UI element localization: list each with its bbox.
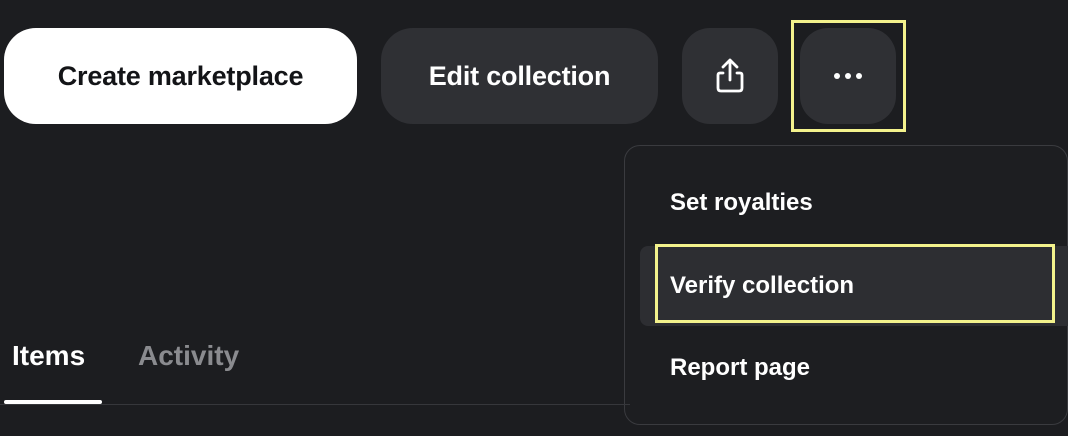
collection-page: Create marketplace Edit collection Set r…: [0, 0, 1068, 436]
share-button[interactable]: [682, 28, 778, 124]
edit-collection-button[interactable]: Edit collection: [381, 28, 658, 124]
share-icon: [716, 58, 744, 93]
tab-items[interactable]: Items: [12, 340, 85, 372]
menu-item-set-royalties[interactable]: Set royalties: [670, 189, 813, 217]
more-options-menu: Set royalties Verify collection Report p…: [624, 145, 1068, 425]
menu-item-report-page[interactable]: Report page: [670, 354, 810, 382]
menu-item-highlight: [655, 244, 1055, 323]
tabs-divider: [0, 404, 630, 405]
tab-activity[interactable]: Activity: [138, 340, 239, 372]
ellipsis-icon: [834, 73, 862, 79]
create-marketplace-button[interactable]: Create marketplace: [4, 28, 357, 124]
more-options-button[interactable]: [800, 28, 896, 124]
